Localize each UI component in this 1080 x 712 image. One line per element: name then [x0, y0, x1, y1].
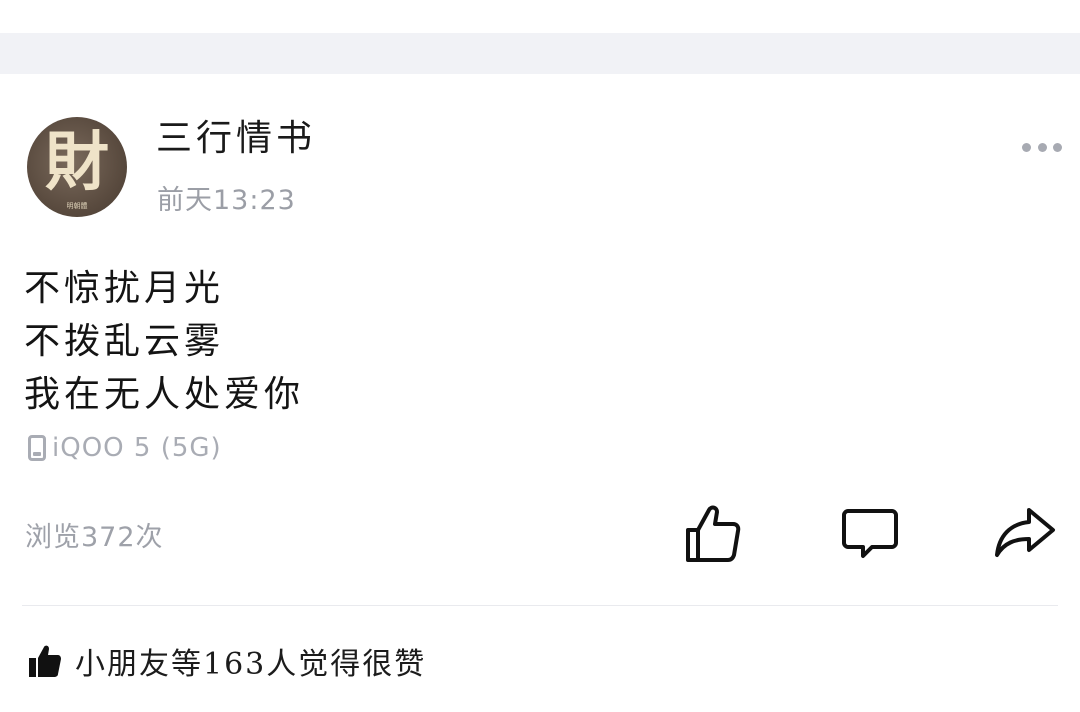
post-content-line: 我在无人处爱你 — [24, 374, 305, 415]
post-content: 不惊扰月光 不拨乱云雾 我在无人处爱你 — [24, 262, 724, 421]
more-options-icon[interactable] — [1022, 140, 1062, 154]
device-label: iQOO 5 (5G) — [52, 433, 222, 463]
divider — [22, 605, 1058, 606]
thumbs-up-filled-icon — [29, 645, 61, 677]
author-avatar[interactable]: 財 明朝體 — [27, 117, 127, 217]
share-arrow-icon — [995, 508, 1055, 557]
author-name[interactable]: 三行情书 — [156, 116, 316, 162]
comment-button[interactable] — [837, 500, 901, 564]
like-button[interactable] — [680, 500, 744, 564]
post-content-line: 不惊扰月光 — [24, 268, 225, 309]
post-content-line: 不拨乱云雾 — [24, 321, 225, 362]
thumbs-up-icon — [686, 505, 741, 562]
more-dot — [1053, 142, 1062, 152]
avatar-calligraphy-char: 財 — [45, 125, 109, 200]
avatar-seal-text: 明朝體 — [66, 202, 88, 210]
comment-bubble-icon — [842, 509, 898, 558]
post-detail-page: 財 明朝體 三行情书 前天13:23 不惊扰月光 不拨乱云雾 我在无人处爱你 i… — [0, 0, 1080, 712]
top-blank-area — [0, 0, 1080, 33]
more-dot — [1022, 142, 1031, 152]
likes-summary[interactable]: 小朋友等163人觉得很赞 — [27, 638, 426, 684]
post-timestamp: 前天13:23 — [157, 185, 296, 216]
share-button[interactable] — [993, 500, 1057, 564]
likes-summary-text: 小朋友等163人觉得很赞 — [75, 647, 427, 682]
view-count: 浏览372次 — [25, 522, 164, 553]
phone-icon — [28, 435, 46, 461]
section-separator-band — [0, 33, 1080, 74]
device-tag: iQOO 5 (5G) — [28, 430, 222, 466]
more-dot — [1037, 142, 1047, 152]
